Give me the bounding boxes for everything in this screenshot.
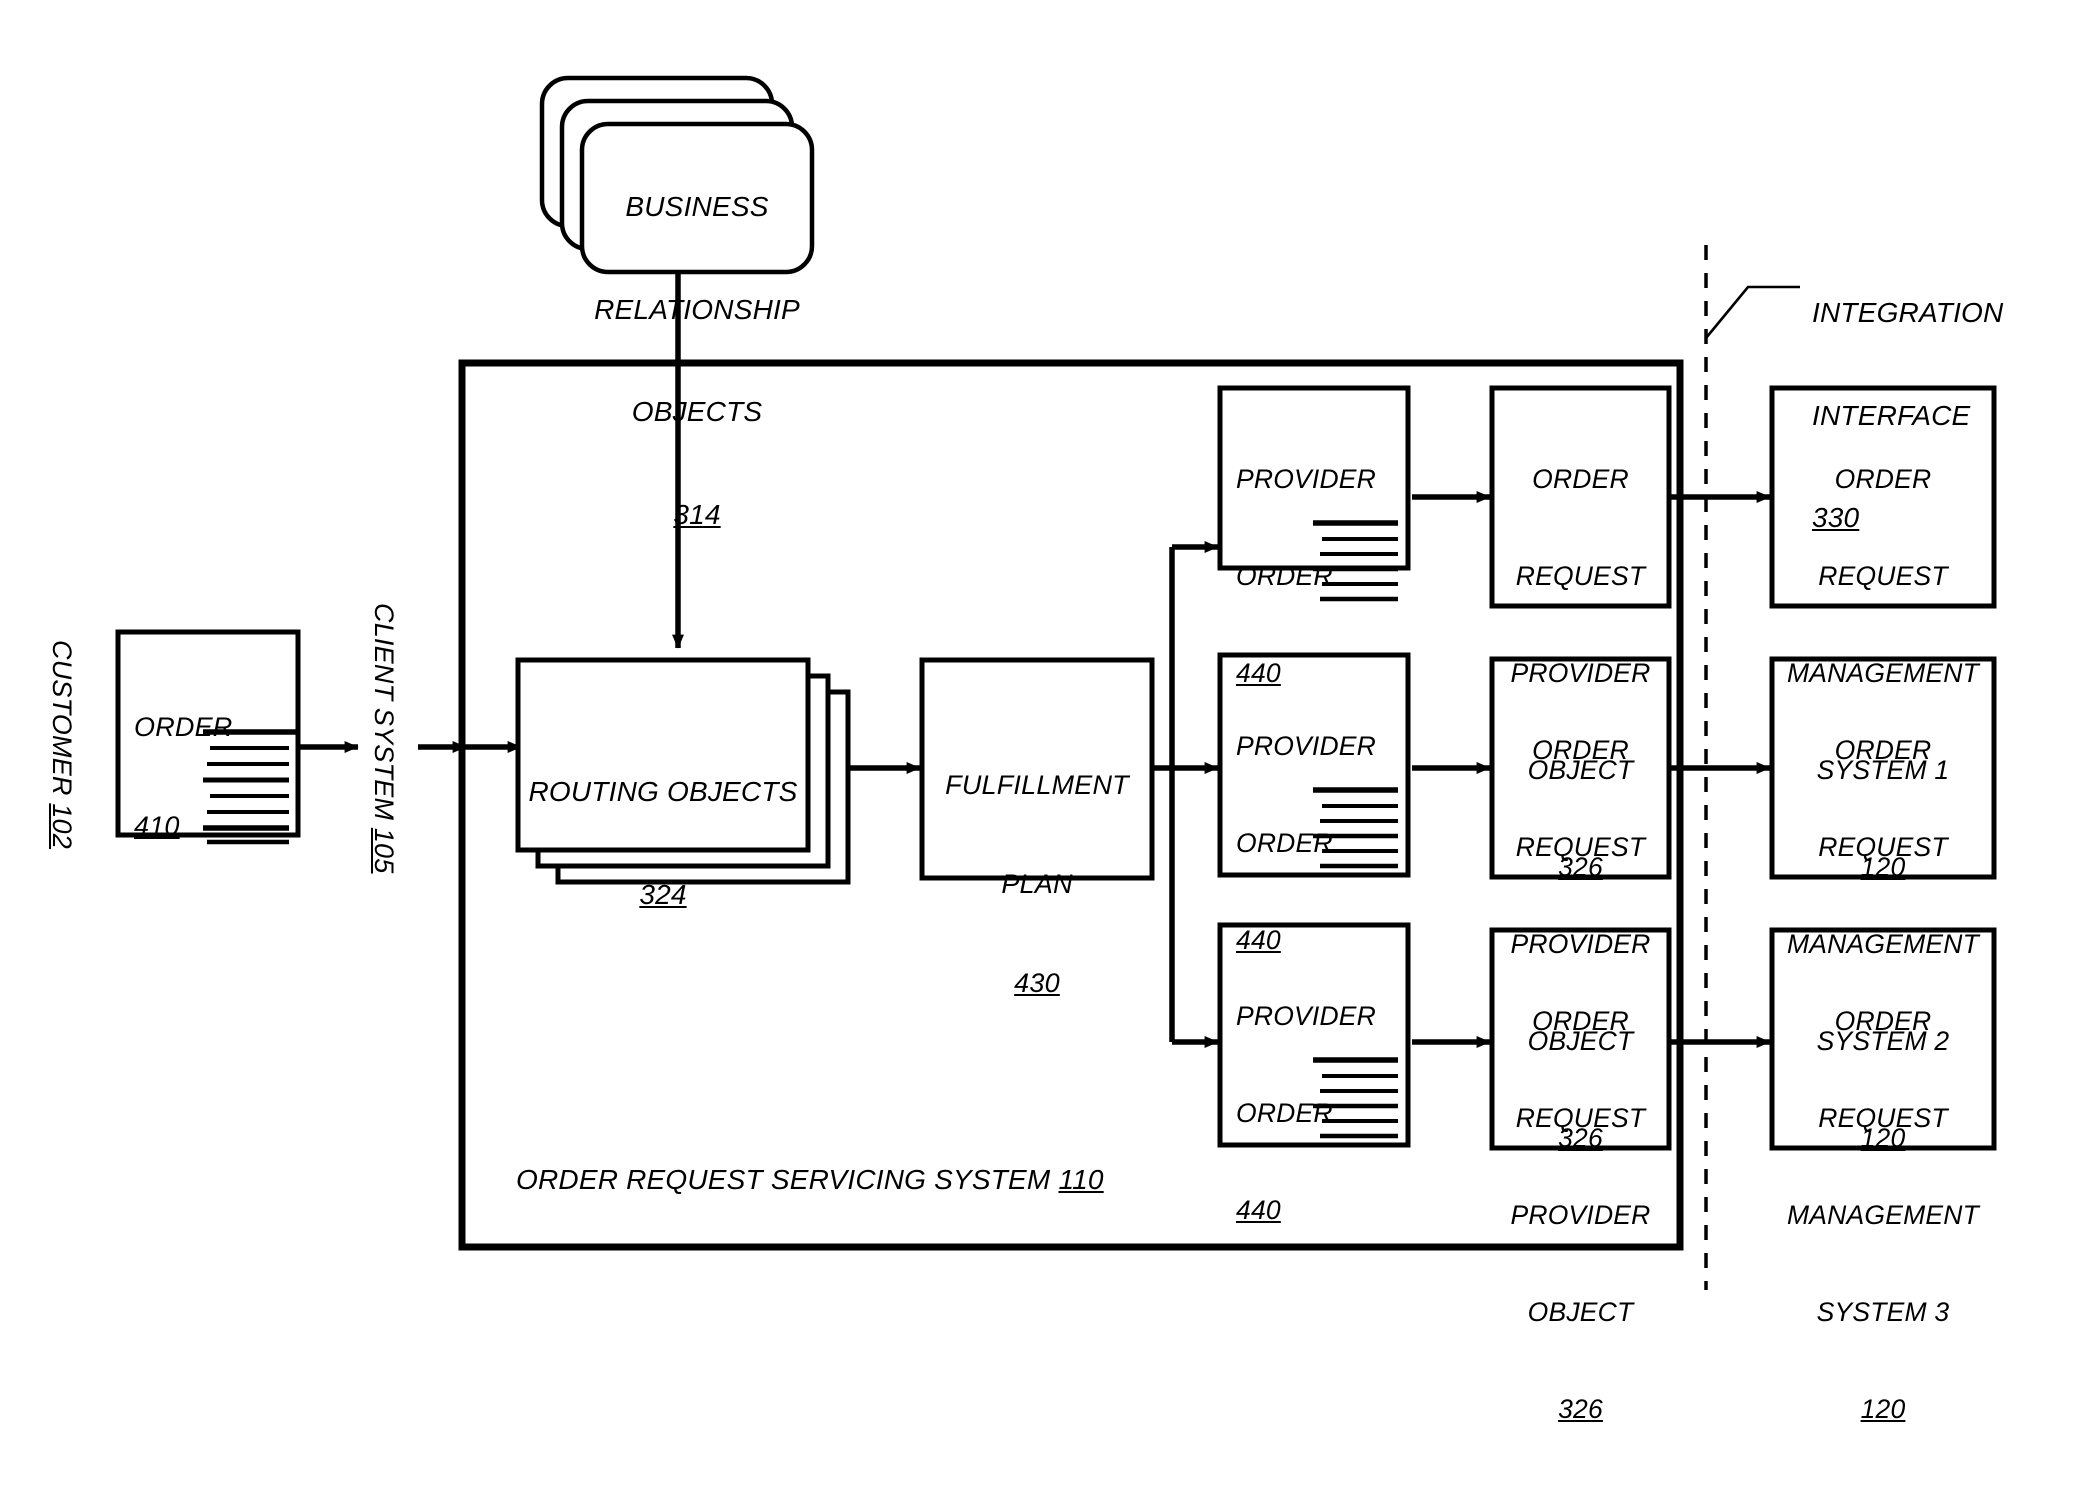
orms-row1-line-1: ORDER <box>1834 463 1932 494</box>
bro-line-3: OBJECTS <box>631 396 763 428</box>
fulfillment-plan-line-2: PLAN <box>1001 868 1073 899</box>
orpo-row2-line-1: ORDER <box>1532 734 1629 765</box>
po-row3-line-1: PROVIDER <box>1236 1000 1377 1031</box>
orms-row3-line-1: ORDER <box>1834 1005 1932 1036</box>
orms-row3-ref: 120 <box>1860 1393 1906 1424</box>
client-system-label: CLIENT SYSTEM 105 <box>367 603 400 874</box>
customer-text: CUSTOMER <box>47 640 77 796</box>
orpo-row2-line-2: REQUEST <box>1515 831 1646 862</box>
po-row3-ref: 440 <box>1236 1194 1281 1225</box>
orms-row3-line-4: SYSTEM 3 <box>1816 1296 1950 1327</box>
bro-line-1: BUSINESS <box>625 191 769 223</box>
orpo-row1-line-1: ORDER <box>1532 463 1629 494</box>
orpo-row3-line-4: OBJECT <box>1527 1296 1634 1327</box>
figure-canvas: BUSINESS RELATIONSHIP OBJECTS 314 CUSTOM… <box>0 0 2078 1424</box>
orpo-row3-line-1: ORDER <box>1532 1005 1629 1036</box>
orms-row2-line-1: ORDER <box>1834 734 1932 765</box>
orms-row3-line-2: REQUEST <box>1818 1102 1948 1133</box>
bro-ref: 314 <box>673 498 721 530</box>
fulfillment-plan-label: FULFILLMENT PLAN 430 <box>922 703 1152 1065</box>
bro-line-2: RELATIONSHIP <box>594 293 800 325</box>
routing-objects-text: ROUTING OBJECTS <box>528 776 798 808</box>
orpo-row3-line-2: REQUEST <box>1515 1102 1646 1133</box>
fulfillment-plan-ref: 430 <box>1014 967 1060 998</box>
routing-objects-ref: 324 <box>639 878 687 910</box>
po-row3-line-2: ORDER <box>1236 1097 1333 1128</box>
orms-row3-line-3: MANAGEMENT <box>1787 1199 1979 1230</box>
orss-ref: 110 <box>1058 1164 1104 1195</box>
customer-label: CUSTOMER 102 <box>45 640 78 849</box>
business-relationship-objects-label: BUSINESS RELATIONSHIP OBJECTS 314 <box>582 122 812 600</box>
integration-interface-leader-line <box>1704 285 1800 339</box>
customer-ref: 102 <box>47 803 77 849</box>
client-system-text: CLIENT SYSTEM <box>369 603 399 821</box>
orpo-row1-line-2: REQUEST <box>1515 560 1646 591</box>
order-label: ORDER 410 <box>134 645 294 909</box>
routing-objects-label: ROUTING OBJECTS 324 <box>518 707 808 980</box>
order-request-management-system-label-row3: ORDER REQUEST MANAGEMENT SYSTEM 3 120 <box>1772 940 1994 1490</box>
fulfillment-plan-branch-connector <box>1154 541 1219 1048</box>
order-request-servicing-system-label: ORDER REQUEST SERVICING SYSTEM 110 <box>516 1163 1104 1197</box>
orpo-row3-ref: 326 <box>1558 1393 1603 1424</box>
orpo-row3-line-3: PROVIDER <box>1510 1199 1651 1230</box>
orms-row1-line-2: REQUEST <box>1818 560 1948 591</box>
po-row1-line-2: ORDER <box>1236 560 1333 591</box>
orms-row2-line-2: REQUEST <box>1818 831 1948 862</box>
integration-interface-line-1: INTEGRATION <box>1812 297 2004 329</box>
po-row2-line-1: PROVIDER <box>1236 730 1377 761</box>
order-request-provider-object-label-row3: ORDER REQUEST PROVIDER OBJECT 326 <box>1492 940 1669 1490</box>
orss-text: ORDER REQUEST SERVICING SYSTEM <box>516 1164 1051 1195</box>
client-system-ref: 105 <box>369 827 399 874</box>
po-row1-line-1: PROVIDER <box>1236 463 1377 494</box>
provider-order-label-row3: PROVIDER ORDER 440 <box>1236 935 1406 1291</box>
fulfillment-plan-line-1: FULFILLMENT <box>945 769 1129 800</box>
order-ref: 410 <box>134 810 180 841</box>
po-row2-line-2: ORDER <box>1236 827 1333 858</box>
order-text: ORDER <box>134 711 233 742</box>
